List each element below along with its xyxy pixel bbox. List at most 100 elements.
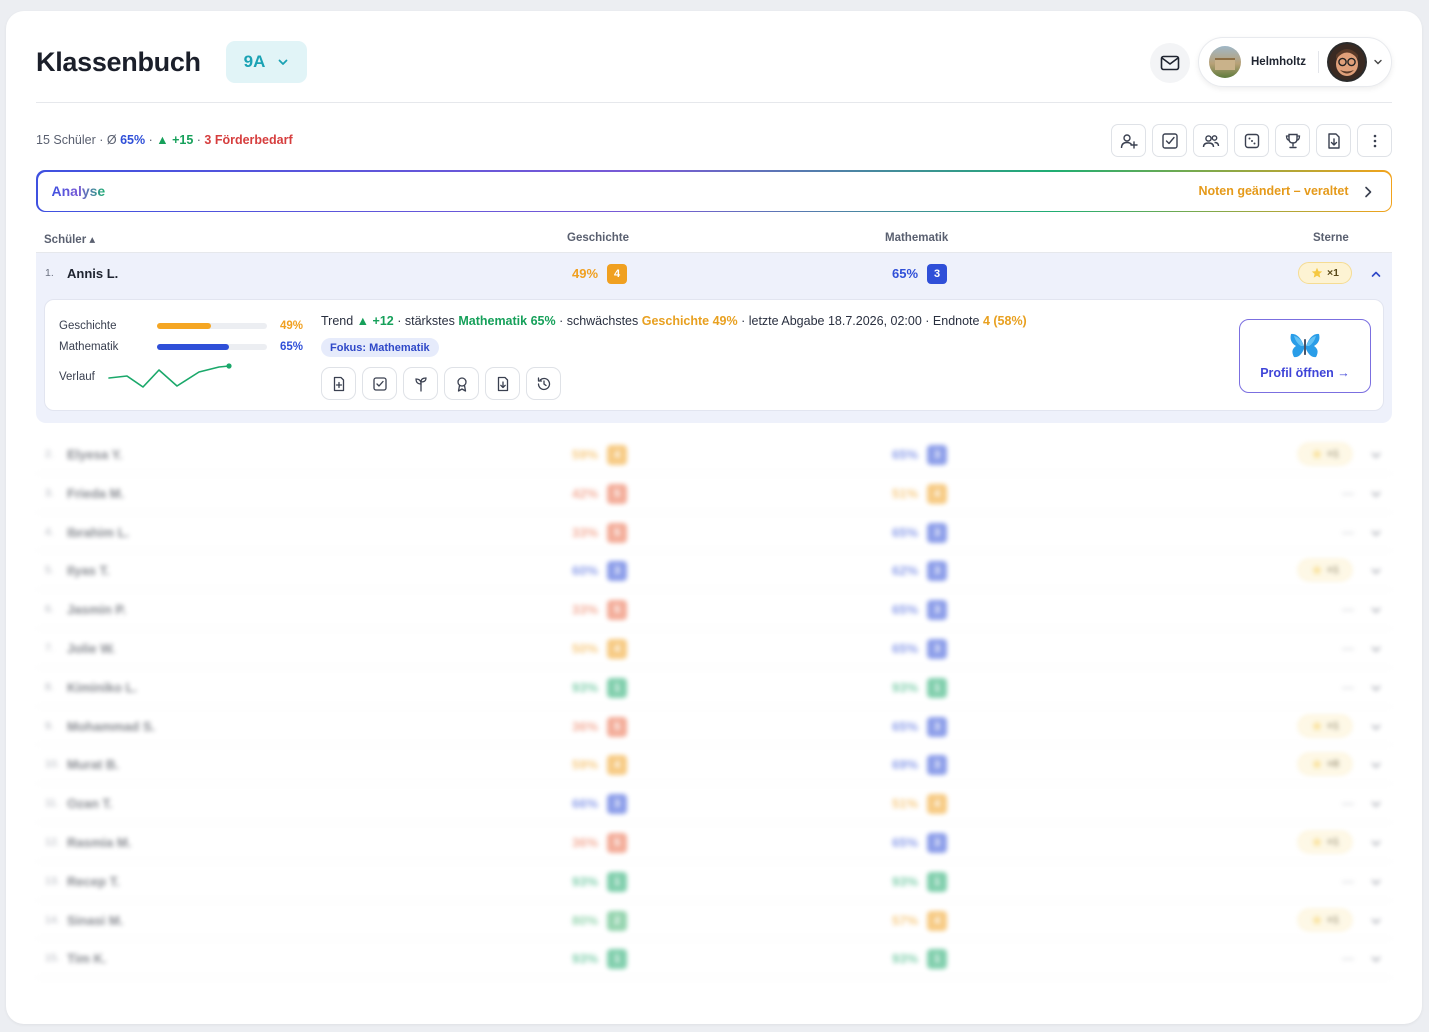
stars-empty: — xyxy=(1342,951,1354,966)
student-name[interactable]: Annis L. xyxy=(67,266,118,281)
row-index: 11. xyxy=(45,797,59,810)
table-row[interactable]: 13. Recep T. 93% 1 93% 1 — xyxy=(36,862,1392,901)
student-name[interactable]: Rasmia M. xyxy=(67,835,131,850)
stars-count: ×1 xyxy=(1327,719,1339,732)
chevron-down-icon[interactable] xyxy=(1370,837,1382,849)
table-row[interactable]: 5. Ilyas T. 60% 3 62% 3 ×1 xyxy=(36,551,1392,591)
column-header-sterne[interactable]: Sterne xyxy=(1313,232,1349,244)
row-index: 4. xyxy=(45,525,54,538)
student-name[interactable]: Elyesa Y. xyxy=(67,447,122,462)
chevron-down-icon[interactable] xyxy=(1370,682,1382,694)
chevron-down-icon xyxy=(1374,59,1382,65)
stars-count: ×1 xyxy=(1327,913,1339,926)
download-icon xyxy=(497,376,508,391)
table-row[interactable]: 12. Rasmia M. 36% 5 65% 3 ×1 xyxy=(36,823,1392,862)
award-button[interactable] xyxy=(444,367,479,400)
chevron-down-icon[interactable] xyxy=(1370,915,1382,927)
chevron-down-icon[interactable] xyxy=(1370,876,1382,888)
table-row[interactable]: 3. Frieda M. 42% 5 51% 4 — xyxy=(36,474,1392,513)
student-name[interactable]: Ilyas T. xyxy=(67,563,110,578)
star-icon xyxy=(1311,448,1323,459)
geschichte-grade: 4 xyxy=(607,445,627,465)
analyse-status: Noten geändert – veraltet xyxy=(1198,183,1349,198)
table-row[interactable]: 2. Elyesa Y. 59% 4 65% 3 ×1 xyxy=(36,435,1392,474)
trend-value: ▲ +12 xyxy=(356,314,394,328)
add-student-button[interactable] xyxy=(1111,124,1146,157)
trophy-icon xyxy=(1285,133,1300,148)
column-header-geschichte[interactable]: Geschichte xyxy=(567,232,629,244)
geschichte-percent: 66% xyxy=(572,796,599,812)
student-name[interactable]: Mohammad S. xyxy=(67,719,155,734)
stars-empty: — xyxy=(1342,796,1354,811)
column-header-mathematik[interactable]: Mathematik xyxy=(885,232,948,244)
chevron-down-icon[interactable] xyxy=(1370,449,1382,461)
history-button[interactable] xyxy=(526,367,561,400)
student-name[interactable]: Kiminiko L. xyxy=(67,680,137,695)
class-select[interactable]: 9A xyxy=(226,41,307,83)
student-name[interactable]: Ozan T. xyxy=(67,796,113,811)
file-plus-icon xyxy=(333,376,344,391)
groups-button[interactable] xyxy=(1193,124,1228,157)
attendance-button[interactable] xyxy=(1152,124,1187,157)
geschichte-percent: 93% xyxy=(572,873,599,889)
stars-count: ×1 xyxy=(1327,564,1339,577)
table-row[interactable]: 8. Kiminiko L. 93% 1 93% 1 — xyxy=(36,668,1392,707)
more-button[interactable] xyxy=(1357,124,1392,157)
mail-button[interactable] xyxy=(1150,43,1190,83)
random-pick-button[interactable] xyxy=(1234,124,1269,157)
table-row[interactable]: 11. Ozan T. 66% 3 51% 4 — xyxy=(36,784,1392,823)
bar-value-mathematik: 65% xyxy=(280,341,304,353)
growth-button[interactable] xyxy=(403,367,438,400)
table-row[interactable]: 6. Jasmin P. 33% 5 65% 3 — xyxy=(36,590,1392,629)
student-name[interactable]: Sinasi M. xyxy=(67,913,123,928)
chevron-down-icon[interactable] xyxy=(1370,759,1382,771)
geschichte-grade: 1 xyxy=(607,677,627,698)
chevron-down-icon[interactable] xyxy=(1370,643,1382,655)
mathematik-grade: 3 xyxy=(927,716,947,737)
student-name[interactable]: Ibrahim L. xyxy=(67,525,129,540)
geschichte-grade: 1 xyxy=(607,949,627,970)
chevron-down-icon[interactable] xyxy=(1370,604,1382,616)
trend-sep: · schwächstes xyxy=(555,314,642,328)
student-name[interactable]: Recep T. xyxy=(67,874,120,889)
stats-separator: · xyxy=(193,133,205,147)
final-grade: 4 (58%) xyxy=(982,314,1027,328)
student-name[interactable]: Tim K. xyxy=(67,951,107,966)
geschichte-percent: 93% xyxy=(572,679,599,695)
weakest-subject: Geschichte 49% xyxy=(641,314,738,328)
add-user-icon xyxy=(1120,133,1138,149)
table-row[interactable]: 14. Sinasi M. 80% 2 57% 4 ×1 xyxy=(36,901,1392,940)
attendance-student-button[interactable] xyxy=(362,367,397,400)
column-header-student[interactable]: Schüler ▴ xyxy=(44,232,95,246)
chevron-down-icon[interactable] xyxy=(1370,721,1382,733)
chevron-down-icon[interactable] xyxy=(1370,953,1382,965)
table-row[interactable]: 4. Ibrahim L. 33% 5 65% 3 — xyxy=(36,513,1392,552)
table-row[interactable]: 7. Jolie W. 50% 4 65% 3 — xyxy=(36,629,1392,668)
student-name[interactable]: Frieda M. xyxy=(67,486,124,501)
leaderboard-button[interactable] xyxy=(1275,124,1310,157)
open-profile-button[interactable]: Profil öffnen → xyxy=(1239,319,1371,393)
analyse-panel[interactable]: Analyse Noten geändert – veraltet xyxy=(36,170,1392,212)
student-name[interactable]: Murat B. xyxy=(67,757,119,772)
add-grade-button[interactable] xyxy=(321,367,356,400)
chevron-down-icon[interactable] xyxy=(1370,798,1382,810)
row-index: 2. xyxy=(45,448,54,460)
chevron-up-icon[interactable] xyxy=(1370,268,1382,280)
stars-count: ×1 xyxy=(1327,267,1339,279)
table-row[interactable]: 15. Tim K. 93% 1 93% 1 — xyxy=(36,939,1392,979)
table-row[interactable]: 10. Murat B. 59% 4 69% 3 ×8 xyxy=(36,745,1392,785)
table-row[interactable]: 9. Mohammad S. 36% 5 65% 3 ×1 xyxy=(36,707,1392,746)
avatar[interactable] xyxy=(1326,42,1367,82)
student-name[interactable]: Jasmin P. xyxy=(67,602,126,617)
chevron-down-icon[interactable] xyxy=(1370,488,1382,500)
school-user-menu[interactable]: Helmholtz xyxy=(1198,37,1392,87)
table-row-expanded[interactable]: 1. Annis L. 49% 4 65% 3 ×1 Geschichte 49… xyxy=(36,253,1392,423)
chevron-down-icon[interactable] xyxy=(1370,527,1382,539)
chevron-down-icon[interactable] xyxy=(1370,565,1382,577)
export-button[interactable] xyxy=(1316,124,1351,157)
users-icon xyxy=(1202,134,1219,147)
mathematik-percent: 65% xyxy=(892,447,919,462)
stars-count: ×1 xyxy=(1327,835,1339,848)
export-student-button[interactable] xyxy=(485,367,520,400)
student-name[interactable]: Jolie W. xyxy=(67,641,115,656)
